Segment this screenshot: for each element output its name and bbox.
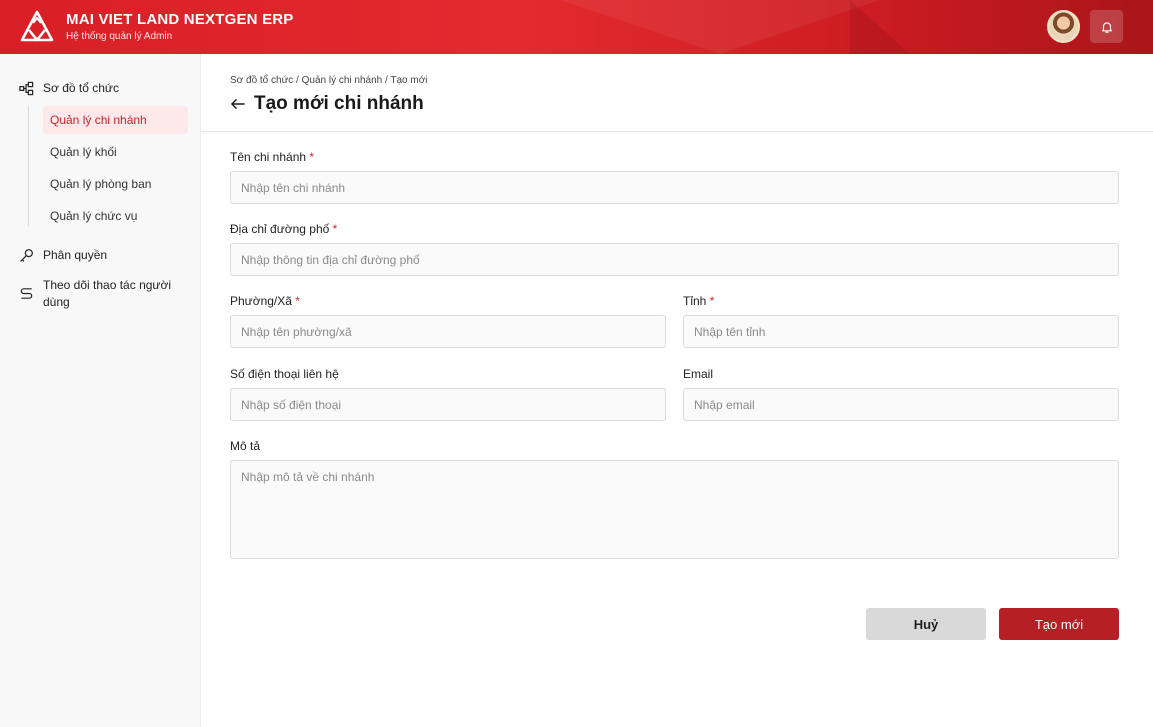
nav-permissions-label: Phân quyền — [43, 248, 108, 262]
sidebar: Sơ đồ tổ chức Quản lý chi nhánh Quản lý … — [0, 54, 201, 727]
create-button[interactable]: Tạo mới — [999, 608, 1119, 640]
user-avatar[interactable] — [1047, 10, 1080, 43]
ward-input[interactable] — [230, 315, 666, 348]
branch-name-label: Tên chi nhánh * — [230, 150, 314, 164]
required-marker: * — [709, 294, 715, 308]
sidebar-item-branch[interactable]: Quản lý chi nhánh — [43, 106, 188, 134]
nav-org-chart-label: Sơ đồ tổ chức — [43, 81, 119, 95]
sidebar-item-block[interactable]: Quản lý khối — [43, 138, 188, 166]
required-marker: * — [332, 222, 338, 236]
description-textarea[interactable] — [230, 460, 1119, 559]
submenu-guide-line — [28, 106, 29, 226]
cancel-button[interactable]: Huỷ — [866, 608, 986, 640]
branch-name-label-text: Tên chi nhánh — [230, 150, 307, 164]
key-icon — [18, 247, 35, 264]
nav-activity-tracking-label: Theo dõi thao tác người dùng — [43, 278, 171, 309]
required-marker: * — [309, 150, 315, 164]
branch-name-input[interactable] — [230, 171, 1119, 204]
notification-button[interactable] — [1090, 10, 1123, 43]
brand-logo-icon[interactable] — [20, 10, 54, 44]
app-subtitle: Hệ thống quản lý Admin — [66, 31, 173, 42]
street-address-label: Địa chỉ đường phố * — [230, 222, 337, 236]
top-header: MAI VIET LAND NEXTGEN ERP Hệ thống quản … — [0, 0, 1153, 54]
street-address-input[interactable] — [230, 243, 1119, 276]
nav-org-chart[interactable]: Sơ đồ tổ chức — [18, 80, 119, 97]
page-title: Tạo mới chi nhánh — [254, 93, 424, 114]
required-marker: * — [295, 294, 300, 308]
header-decoration — [560, 0, 880, 54]
header-decoration — [850, 0, 910, 54]
bell-icon — [1101, 21, 1112, 33]
nav-activity-tracking[interactable]: Theo dõi thao tác người dùng — [18, 277, 178, 311]
route-icon — [18, 285, 35, 302]
back-arrow-icon[interactable] — [230, 94, 246, 114]
ward-label-text: Phường/Xã — [230, 294, 292, 308]
email-label: Email — [683, 367, 714, 381]
email-input[interactable] — [683, 388, 1119, 421]
page-title-row: Tạo mới chi nhánh — [230, 93, 424, 115]
phone-input[interactable] — [230, 388, 666, 421]
description-label: Mô tả — [230, 439, 261, 453]
province-input[interactable] — [683, 315, 1119, 348]
sidebar-item-department[interactable]: Quản lý phòng ban — [43, 170, 188, 198]
phone-label: Số điện thoại liên hệ — [230, 367, 339, 381]
sidebar-item-position[interactable]: Quản lý chức vụ — [43, 202, 188, 230]
nav-permissions[interactable]: Phân quyền — [18, 247, 107, 264]
province-label-text: Tỉnh — [683, 294, 707, 308]
street-address-label-text: Địa chỉ đường phố — [230, 222, 330, 236]
header-divider — [201, 131, 1153, 132]
app-title: MAI VIET LAND NEXTGEN ERP — [66, 11, 294, 28]
breadcrumb: Sơ đồ tổ chức / Quản lý chi nhánh / Tạo … — [230, 75, 428, 86]
province-label: Tỉnh * — [683, 294, 714, 308]
org-chart-icon — [18, 80, 35, 97]
ward-label: Phường/Xã * — [230, 294, 300, 308]
